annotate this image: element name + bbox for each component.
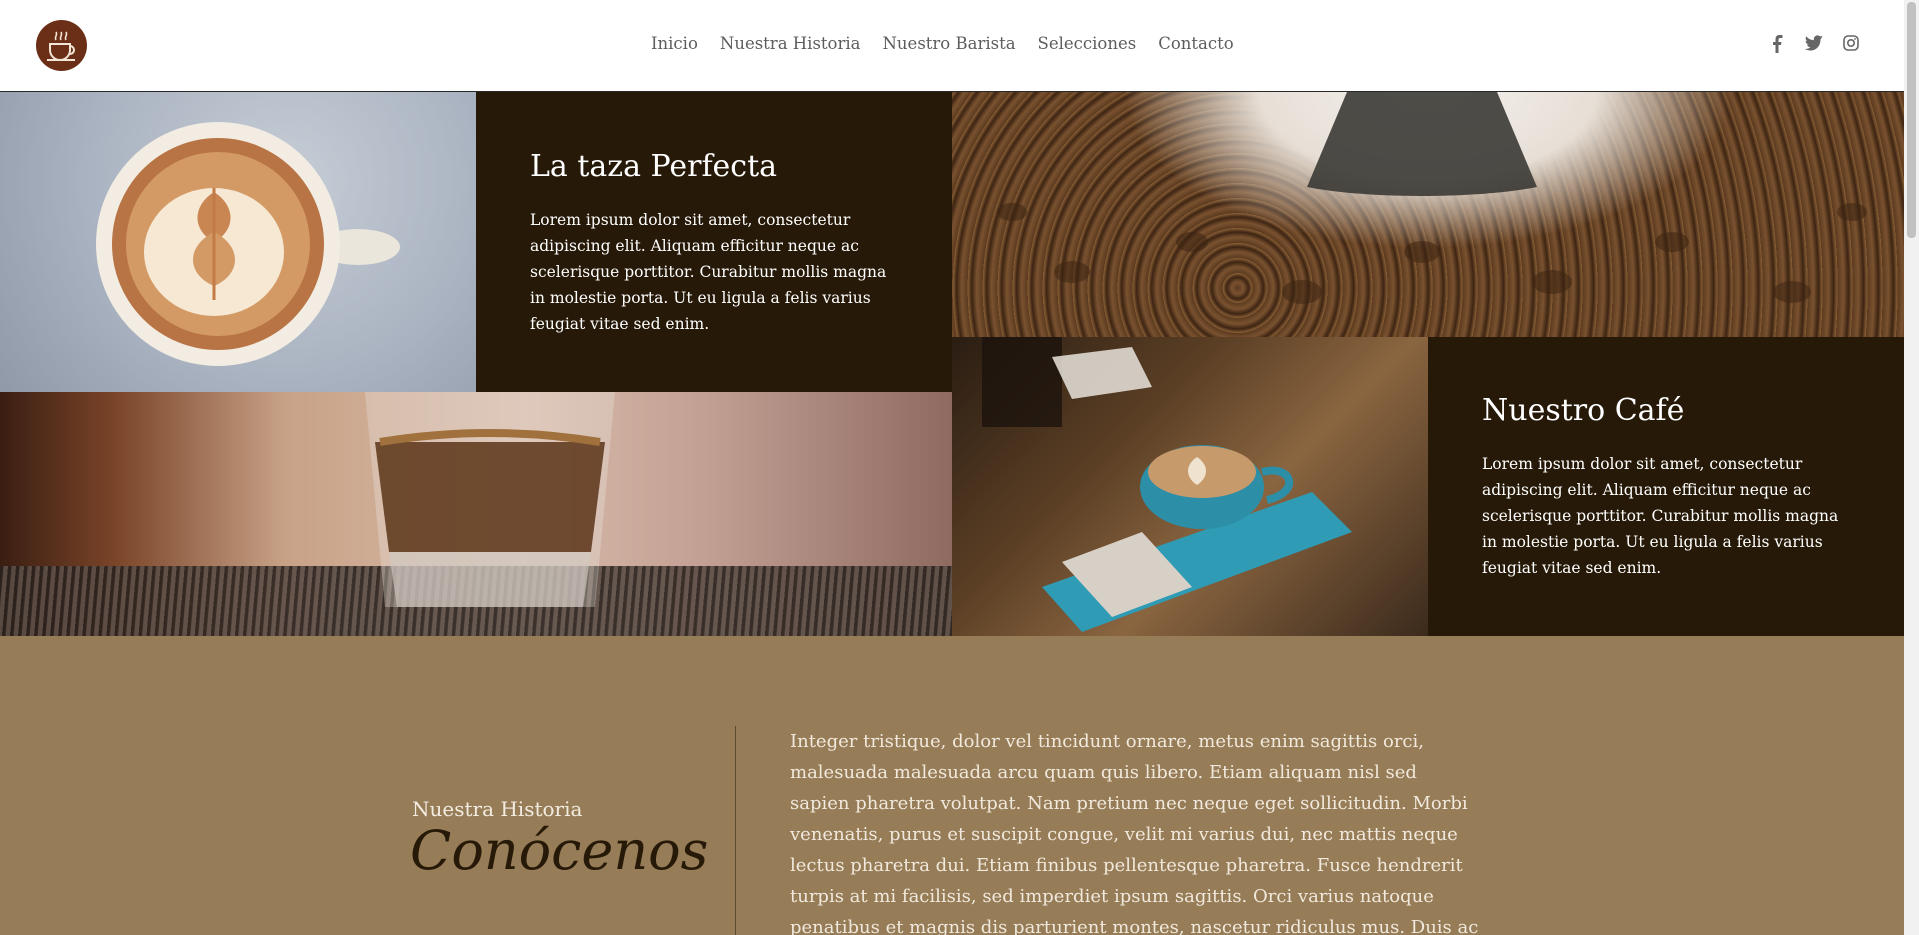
coffee-cup-icon — [47, 31, 75, 61]
story-divider — [735, 726, 736, 935]
perfect-cup-text: Lorem ipsum dolor sit amet, consectetur … — [530, 211, 887, 333]
scrollbar-thumb[interactable] — [1907, 2, 1916, 238]
latte-art-image — [0, 92, 476, 392]
our-coffee-title: Nuestro Café — [1482, 393, 1685, 428]
perfect-cup-panel: La taza Perfecta Lorem ipsum dolor sit a… — [476, 92, 952, 392]
nav-nuestro-barista[interactable]: Nuestro Barista — [882, 34, 1015, 53]
nav-contacto[interactable]: Contacto — [1158, 34, 1233, 53]
espresso-glass-image — [0, 392, 952, 636]
story-body: Integer tristique, dolor vel tincidunt o… — [790, 731, 1479, 935]
twitter-icon[interactable] — [1805, 35, 1823, 51]
nav-inicio[interactable]: Inicio — [651, 34, 698, 53]
nav-nuestra-historia[interactable]: Nuestra Historia — [720, 34, 861, 53]
facebook-icon[interactable] — [1771, 35, 1785, 53]
coffee-cup-logo[interactable] — [36, 20, 87, 71]
our-coffee-text: Lorem ipsum dolor sit amet, consectetur … — [1482, 455, 1839, 577]
perfect-cup-title: La taza Perfecta — [530, 149, 778, 184]
coffee-cup-table-image — [952, 337, 1428, 636]
our-coffee-panel: Nuestro Café Lorem ipsum dolor sit amet,… — [1428, 337, 1904, 636]
page-scrollbar[interactable] — [1904, 0, 1919, 935]
main-nav: Inicio Nuestra Historia Nuestro Barista … — [651, 34, 1256, 53]
coffee-beans-image — [952, 92, 1904, 337]
site-header: Inicio Nuestra Historia Nuestro Barista … — [0, 0, 1904, 92]
story-section: Nuestra Historia Conócenos Integer trist… — [0, 636, 1904, 935]
story-kicker: Nuestra Historia — [412, 797, 583, 821]
story-title: Conócenos — [410, 819, 709, 882]
nav-selecciones[interactable]: Selecciones — [1038, 34, 1137, 53]
instagram-icon[interactable] — [1843, 35, 1859, 51]
